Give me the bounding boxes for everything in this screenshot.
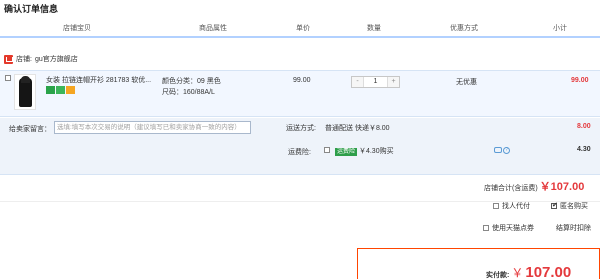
col-subtotal: 小计 [553,25,567,32]
deduct-note: 结算时扣除 [556,225,591,232]
shop-total-value: ￥107.00 [539,181,585,193]
pay-amount: 107.00 [525,264,572,279]
product-title-link[interactable]: 女装 拉链连帽开衫 281783 软优... [46,75,161,85]
hood-shape [21,76,30,83]
product-thumbnail[interactable] [14,74,36,110]
attr-color: 颜色分类：09 黑色 [162,78,221,85]
insurance-label: 运费险: [288,149,311,156]
badge-guarantee-icon[interactable] [56,86,65,94]
chat-icon[interactable] [494,147,502,153]
badge-card-icon[interactable] [66,86,75,94]
info-icon[interactable]: ? [503,147,510,154]
col-qty: 数量 [367,25,381,32]
col-price: 单价 [296,25,310,32]
insurance-desc: ￥4.30购买 [358,148,394,155]
shipping-label: 运送方式: [286,125,316,132]
shipping-method[interactable]: 普通配送 快递￥8.00 [325,123,390,133]
col-item: 店铺宝贝 [63,25,91,32]
anonymous-label: 匿名购买 [560,203,588,210]
shipping-amount: 8.00 [577,123,591,130]
shop-row: 店铺: gu官方旗舰店 [4,52,78,66]
anonymous-checkbox[interactable] [551,201,558,209]
shop-total: 店铺合计(含运费) ￥107.00 [484,178,584,194]
shop-prefix: 店铺: [16,56,32,63]
page-title: 确认订单信息 [4,4,59,14]
shop-name-link[interactable]: gu官方旗舰店 [35,54,78,64]
insurance-checkbox[interactable] [324,147,330,153]
qty-input[interactable]: 1 [363,77,388,87]
qty-minus-button[interactable]: - [352,77,363,87]
col-promo: 优惠方式 [450,25,478,32]
shop-icon [4,54,13,64]
shop-total-label: 店铺合计(含运费) [484,185,538,192]
unit-price: 99.00 [293,77,311,84]
qty-plus-button[interactable]: + [388,77,399,87]
tmall-points-checkbox[interactable] [483,225,489,231]
col-attrs: 商品属性 [199,25,227,32]
insurance-option: 运费险 ￥4.30购买 [335,146,394,156]
tmall-points-option[interactable]: 使用天猫点券 [483,223,534,233]
insurance-amount: 4.30 [577,146,591,153]
attr-size: 尺码：160/88A/L [162,89,215,96]
insurance-help: ? [494,147,510,154]
badge-seven-day-icon[interactable] [46,86,55,94]
payment-summary: 实付款: ￥ 107.00 [357,248,600,279]
pay-line: 实付款: ￥ 107.00 [486,264,571,279]
anonymous-option[interactable]: 匿名购买 [551,201,588,211]
pay-currency: ￥ [511,266,524,279]
message-label: 给卖家留言： [9,126,51,133]
item-subtotal: 99.00 [571,77,589,84]
proxy-pay-option[interactable]: 找人代付 [493,201,530,211]
proxy-pay-checkbox[interactable] [493,203,499,209]
promo-text: 无优惠 [456,79,477,86]
seller-message-input[interactable]: 选填:填写本次交易的说明（建议填写已和卖家协商一致的内容） [54,121,251,134]
insurance-tag: 运费险 [335,148,358,156]
service-badges [46,86,76,96]
pay-label: 实付款: [486,272,510,279]
quantity-stepper: - 1 + [351,76,400,88]
item-checkbox[interactable] [5,75,11,81]
proxy-pay-label: 找人代付 [502,203,530,210]
table-header: 店铺宝贝 商品属性 单价 数量 优惠方式 小计 [0,18,600,38]
tmall-points-label: 使用天猫点券 [492,225,534,232]
